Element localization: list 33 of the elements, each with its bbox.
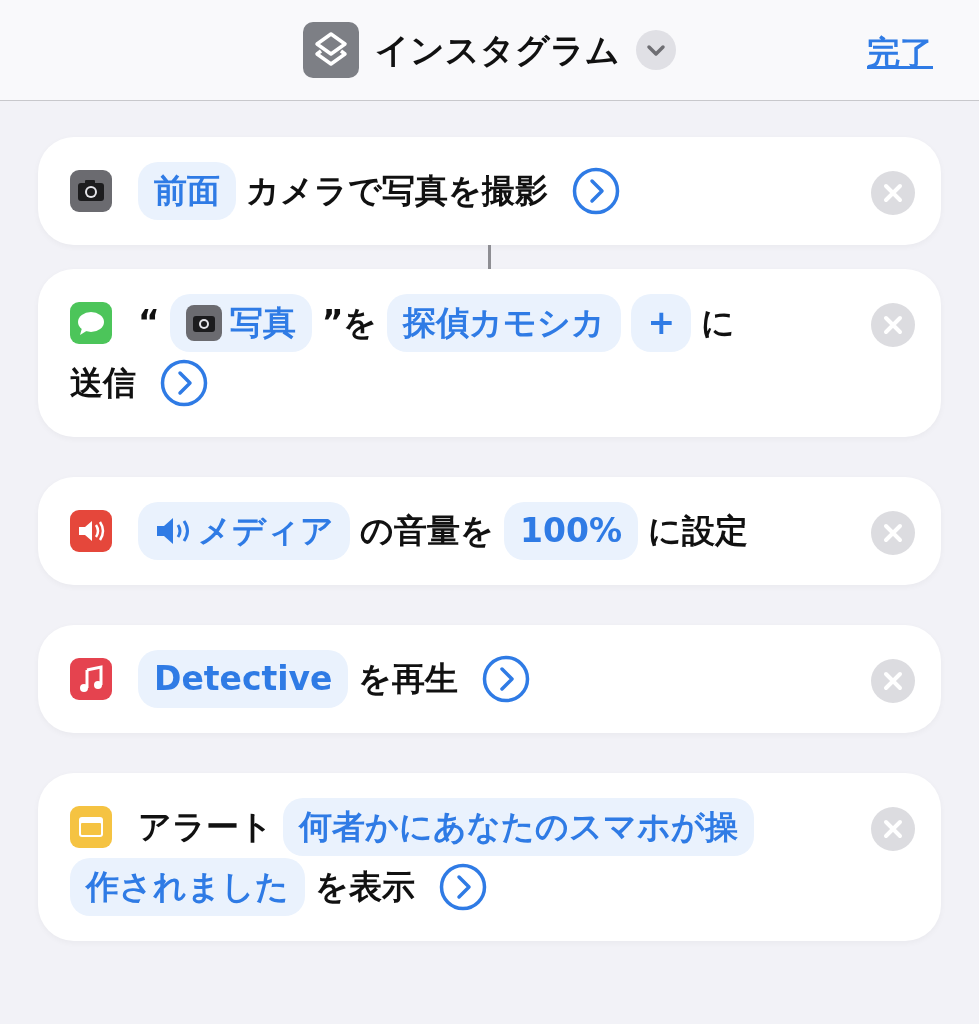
parameter-token[interactable]: 前面 xyxy=(138,162,236,220)
action-text: ”を xyxy=(321,302,378,345)
expand-icon[interactable] xyxy=(482,655,531,703)
action-text: の音量を xyxy=(360,510,494,553)
message-bubble-icon xyxy=(70,302,112,344)
action-text: アラート xyxy=(138,806,273,849)
action-text: を表示 xyxy=(315,866,415,909)
action-text: に設定 xyxy=(647,510,748,553)
parameter-token[interactable]: 写真 xyxy=(169,294,312,352)
window-icon xyxy=(70,806,112,848)
parameter-token[interactable]: 作されました xyxy=(70,858,305,916)
parameter-token[interactable]: 探偵カモシカ xyxy=(387,294,622,352)
camera-icon xyxy=(70,170,112,212)
music-note-icon xyxy=(70,658,112,700)
speaker-icon xyxy=(70,510,112,552)
title-text: インスタグラム xyxy=(375,28,620,72)
camera-icon xyxy=(185,305,222,341)
action-text: カメラで写真を撮影 xyxy=(246,170,548,213)
dropdown-icon[interactable] xyxy=(636,30,676,70)
shortcut-icon xyxy=(303,22,359,78)
parameter-token[interactable]: メディア xyxy=(138,502,350,560)
expand-icon[interactable] xyxy=(439,863,487,911)
parameter-token[interactable]: Detective xyxy=(138,650,349,708)
action-text: に xyxy=(701,302,736,345)
done-link[interactable]: 完了 xyxy=(867,28,933,78)
action-text: “ xyxy=(138,302,160,345)
parameter-token[interactable]: + xyxy=(631,294,692,352)
parameter-token[interactable]: 100% xyxy=(504,502,638,560)
parameter-token[interactable]: 何者かにあなたのスマホが操 xyxy=(283,798,754,856)
action-text: 送信 xyxy=(70,362,136,405)
expand-icon[interactable] xyxy=(160,359,208,407)
action-text: を再生 xyxy=(358,658,459,701)
expand-icon[interactable] xyxy=(572,167,620,215)
